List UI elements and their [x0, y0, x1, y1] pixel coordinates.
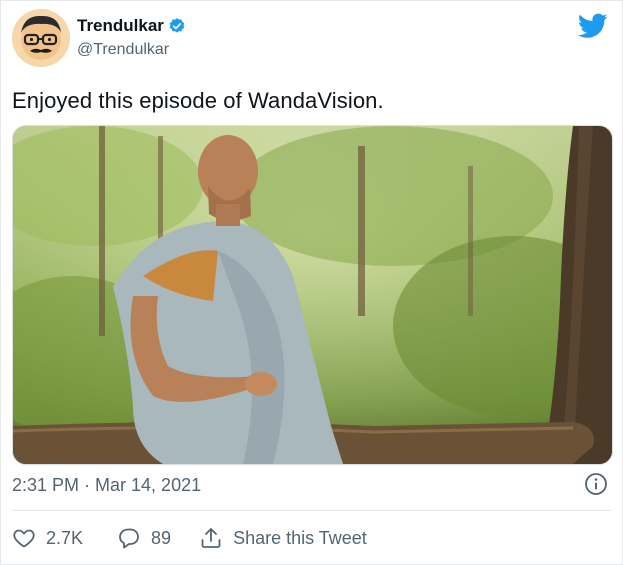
- share-button[interactable]: Share this Tweet: [199, 526, 367, 550]
- verified-badge-icon: [168, 17, 186, 35]
- heart-icon: [13, 529, 35, 548]
- display-name-text[interactable]: Trendulkar: [77, 16, 164, 36]
- like-button[interactable]: 2.7K: [12, 526, 83, 550]
- share-label: Share this Tweet: [233, 527, 367, 548]
- display-name[interactable]: Trendulkar: [77, 16, 186, 36]
- twitter-bird-icon[interactable]: [578, 13, 608, 39]
- divider: [12, 510, 611, 511]
- tweet-image[interactable]: [12, 125, 613, 465]
- tweet-actions: 2.7K 89 Share this Tweet: [12, 524, 367, 552]
- tweet-card: Trendulkar @Trendulkar Enjoyed this epis…: [0, 0, 623, 565]
- tweet-timestamp[interactable]: 2:31 PM · Mar 14, 2021: [12, 475, 201, 496]
- reply-count: 89: [151, 527, 172, 548]
- like-count: 2.7K: [46, 527, 84, 548]
- tweet-text: Enjoyed this episode of WandaVision.: [12, 88, 384, 113]
- share-icon: [201, 528, 221, 548]
- avatar[interactable]: [12, 9, 70, 67]
- reply-button[interactable]: 89: [117, 526, 171, 550]
- user-handle[interactable]: @Trendulkar: [77, 41, 169, 59]
- reply-icon: [119, 528, 139, 549]
- info-icon[interactable]: [584, 472, 608, 496]
